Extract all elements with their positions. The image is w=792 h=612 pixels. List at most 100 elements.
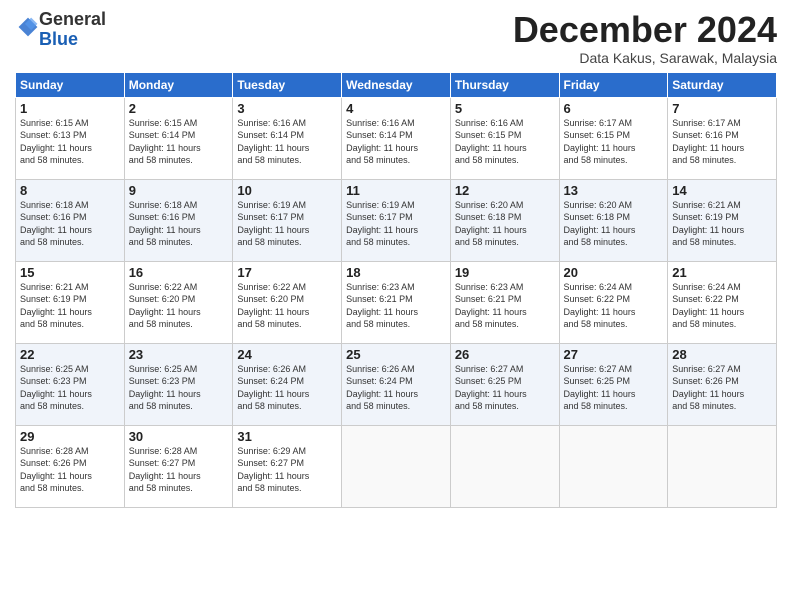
day-number: 16 bbox=[129, 265, 229, 280]
day-number: 4 bbox=[346, 101, 446, 116]
calendar-table: SundayMondayTuesdayWednesdayThursdayFrid… bbox=[15, 72, 777, 508]
day-number: 10 bbox=[237, 183, 337, 198]
calendar-cell: 15 Sunrise: 6:21 AM Sunset: 6:19 PM Dayl… bbox=[16, 261, 125, 343]
day-number: 18 bbox=[346, 265, 446, 280]
col-header-monday: Monday bbox=[124, 72, 233, 97]
day-info: Sunrise: 6:16 AM Sunset: 6:14 PM Dayligh… bbox=[237, 118, 309, 166]
col-header-tuesday: Tuesday bbox=[233, 72, 342, 97]
day-number: 20 bbox=[564, 265, 664, 280]
calendar-cell bbox=[559, 425, 668, 507]
day-info: Sunrise: 6:19 AM Sunset: 6:17 PM Dayligh… bbox=[346, 200, 418, 248]
day-number: 3 bbox=[237, 101, 337, 116]
day-number: 17 bbox=[237, 265, 337, 280]
day-info: Sunrise: 6:28 AM Sunset: 6:26 PM Dayligh… bbox=[20, 446, 92, 494]
page-container: General Blue December 2024 Data Kakus, S… bbox=[0, 0, 792, 518]
day-number: 30 bbox=[129, 429, 229, 444]
calendar-cell: 16 Sunrise: 6:22 AM Sunset: 6:20 PM Dayl… bbox=[124, 261, 233, 343]
page-header: General Blue December 2024 Data Kakus, S… bbox=[15, 10, 777, 66]
day-number: 6 bbox=[564, 101, 664, 116]
day-info: Sunrise: 6:23 AM Sunset: 6:21 PM Dayligh… bbox=[455, 282, 527, 330]
day-info: Sunrise: 6:15 AM Sunset: 6:13 PM Dayligh… bbox=[20, 118, 92, 166]
day-info: Sunrise: 6:21 AM Sunset: 6:19 PM Dayligh… bbox=[672, 200, 744, 248]
col-header-sunday: Sunday bbox=[16, 72, 125, 97]
logo-icon bbox=[17, 16, 39, 38]
day-number: 14 bbox=[672, 183, 772, 198]
subtitle: Data Kakus, Sarawak, Malaysia bbox=[513, 50, 777, 66]
calendar-cell: 2 Sunrise: 6:15 AM Sunset: 6:14 PM Dayli… bbox=[124, 97, 233, 179]
day-number: 27 bbox=[564, 347, 664, 362]
calendar-cell: 20 Sunrise: 6:24 AM Sunset: 6:22 PM Dayl… bbox=[559, 261, 668, 343]
day-info: Sunrise: 6:20 AM Sunset: 6:18 PM Dayligh… bbox=[455, 200, 527, 248]
day-info: Sunrise: 6:18 AM Sunset: 6:16 PM Dayligh… bbox=[20, 200, 92, 248]
day-number: 28 bbox=[672, 347, 772, 362]
calendar-cell: 6 Sunrise: 6:17 AM Sunset: 6:15 PM Dayli… bbox=[559, 97, 668, 179]
day-info: Sunrise: 6:26 AM Sunset: 6:24 PM Dayligh… bbox=[237, 364, 309, 412]
calendar-cell: 24 Sunrise: 6:26 AM Sunset: 6:24 PM Dayl… bbox=[233, 343, 342, 425]
day-info: Sunrise: 6:27 AM Sunset: 6:26 PM Dayligh… bbox=[672, 364, 744, 412]
calendar-cell: 31 Sunrise: 6:29 AM Sunset: 6:27 PM Dayl… bbox=[233, 425, 342, 507]
day-info: Sunrise: 6:26 AM Sunset: 6:24 PM Dayligh… bbox=[346, 364, 418, 412]
month-title: December 2024 bbox=[513, 10, 777, 50]
day-number: 22 bbox=[20, 347, 120, 362]
calendar-cell: 29 Sunrise: 6:28 AM Sunset: 6:26 PM Dayl… bbox=[16, 425, 125, 507]
day-info: Sunrise: 6:24 AM Sunset: 6:22 PM Dayligh… bbox=[564, 282, 636, 330]
day-info: Sunrise: 6:17 AM Sunset: 6:15 PM Dayligh… bbox=[564, 118, 636, 166]
col-header-thursday: Thursday bbox=[450, 72, 559, 97]
day-info: Sunrise: 6:28 AM Sunset: 6:27 PM Dayligh… bbox=[129, 446, 201, 494]
calendar-cell: 14 Sunrise: 6:21 AM Sunset: 6:19 PM Dayl… bbox=[668, 179, 777, 261]
day-info: Sunrise: 6:18 AM Sunset: 6:16 PM Dayligh… bbox=[129, 200, 201, 248]
calendar-cell: 4 Sunrise: 6:16 AM Sunset: 6:14 PM Dayli… bbox=[342, 97, 451, 179]
calendar-cell: 10 Sunrise: 6:19 AM Sunset: 6:17 PM Dayl… bbox=[233, 179, 342, 261]
day-info: Sunrise: 6:25 AM Sunset: 6:23 PM Dayligh… bbox=[20, 364, 92, 412]
calendar-cell: 12 Sunrise: 6:20 AM Sunset: 6:18 PM Dayl… bbox=[450, 179, 559, 261]
day-number: 2 bbox=[129, 101, 229, 116]
day-number: 19 bbox=[455, 265, 555, 280]
day-info: Sunrise: 6:22 AM Sunset: 6:20 PM Dayligh… bbox=[237, 282, 309, 330]
calendar-cell: 5 Sunrise: 6:16 AM Sunset: 6:15 PM Dayli… bbox=[450, 97, 559, 179]
day-info: Sunrise: 6:17 AM Sunset: 6:16 PM Dayligh… bbox=[672, 118, 744, 166]
calendar-cell: 21 Sunrise: 6:24 AM Sunset: 6:22 PM Dayl… bbox=[668, 261, 777, 343]
day-info: Sunrise: 6:16 AM Sunset: 6:14 PM Dayligh… bbox=[346, 118, 418, 166]
day-number: 31 bbox=[237, 429, 337, 444]
calendar-cell bbox=[450, 425, 559, 507]
day-number: 13 bbox=[564, 183, 664, 198]
day-number: 11 bbox=[346, 183, 446, 198]
logo: General Blue bbox=[15, 10, 106, 50]
title-block: December 2024 Data Kakus, Sarawak, Malay… bbox=[513, 10, 777, 66]
day-info: Sunrise: 6:16 AM Sunset: 6:15 PM Dayligh… bbox=[455, 118, 527, 166]
day-info: Sunrise: 6:23 AM Sunset: 6:21 PM Dayligh… bbox=[346, 282, 418, 330]
day-info: Sunrise: 6:29 AM Sunset: 6:27 PM Dayligh… bbox=[237, 446, 309, 494]
day-number: 8 bbox=[20, 183, 120, 198]
day-number: 26 bbox=[455, 347, 555, 362]
day-info: Sunrise: 6:22 AM Sunset: 6:20 PM Dayligh… bbox=[129, 282, 201, 330]
calendar-cell: 13 Sunrise: 6:20 AM Sunset: 6:18 PM Dayl… bbox=[559, 179, 668, 261]
day-number: 25 bbox=[346, 347, 446, 362]
calendar-cell: 23 Sunrise: 6:25 AM Sunset: 6:23 PM Dayl… bbox=[124, 343, 233, 425]
col-header-wednesday: Wednesday bbox=[342, 72, 451, 97]
day-number: 1 bbox=[20, 101, 120, 116]
calendar-cell: 9 Sunrise: 6:18 AM Sunset: 6:16 PM Dayli… bbox=[124, 179, 233, 261]
calendar-cell: 11 Sunrise: 6:19 AM Sunset: 6:17 PM Dayl… bbox=[342, 179, 451, 261]
calendar-week-3: 15 Sunrise: 6:21 AM Sunset: 6:19 PM Dayl… bbox=[16, 261, 777, 343]
day-number: 7 bbox=[672, 101, 772, 116]
day-info: Sunrise: 6:25 AM Sunset: 6:23 PM Dayligh… bbox=[129, 364, 201, 412]
day-number: 24 bbox=[237, 347, 337, 362]
calendar-cell: 22 Sunrise: 6:25 AM Sunset: 6:23 PM Dayl… bbox=[16, 343, 125, 425]
day-number: 21 bbox=[672, 265, 772, 280]
col-header-friday: Friday bbox=[559, 72, 668, 97]
day-info: Sunrise: 6:15 AM Sunset: 6:14 PM Dayligh… bbox=[129, 118, 201, 166]
calendar-week-4: 22 Sunrise: 6:25 AM Sunset: 6:23 PM Dayl… bbox=[16, 343, 777, 425]
day-number: 15 bbox=[20, 265, 120, 280]
day-info: Sunrise: 6:27 AM Sunset: 6:25 PM Dayligh… bbox=[564, 364, 636, 412]
calendar-cell bbox=[342, 425, 451, 507]
calendar-cell: 26 Sunrise: 6:27 AM Sunset: 6:25 PM Dayl… bbox=[450, 343, 559, 425]
calendar-week-1: 1 Sunrise: 6:15 AM Sunset: 6:13 PM Dayli… bbox=[16, 97, 777, 179]
col-header-saturday: Saturday bbox=[668, 72, 777, 97]
calendar-week-5: 29 Sunrise: 6:28 AM Sunset: 6:26 PM Dayl… bbox=[16, 425, 777, 507]
calendar-cell: 19 Sunrise: 6:23 AM Sunset: 6:21 PM Dayl… bbox=[450, 261, 559, 343]
calendar-cell: 30 Sunrise: 6:28 AM Sunset: 6:27 PM Dayl… bbox=[124, 425, 233, 507]
day-info: Sunrise: 6:20 AM Sunset: 6:18 PM Dayligh… bbox=[564, 200, 636, 248]
day-info: Sunrise: 6:21 AM Sunset: 6:19 PM Dayligh… bbox=[20, 282, 92, 330]
calendar-cell: 17 Sunrise: 6:22 AM Sunset: 6:20 PM Dayl… bbox=[233, 261, 342, 343]
day-info: Sunrise: 6:24 AM Sunset: 6:22 PM Dayligh… bbox=[672, 282, 744, 330]
